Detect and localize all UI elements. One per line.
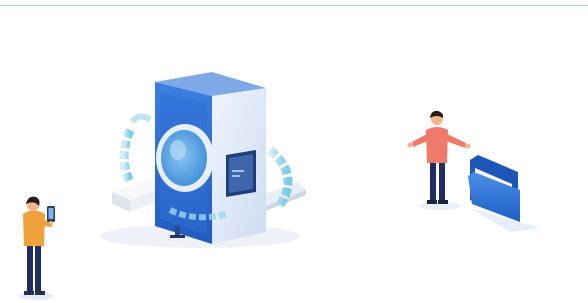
person-with-phone-icon xyxy=(18,196,55,300)
workflow-illustration xyxy=(18,72,540,300)
illustration-panel xyxy=(0,0,588,303)
presenter-person-icon xyxy=(407,110,471,210)
document-scanner-icon xyxy=(100,72,306,248)
folder-icon xyxy=(468,155,540,232)
